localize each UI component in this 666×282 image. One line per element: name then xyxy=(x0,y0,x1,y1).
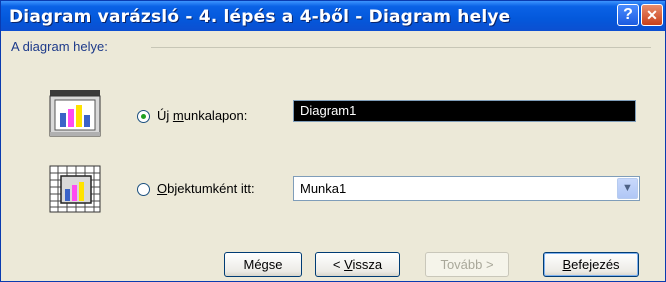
cancel-button[interactable]: Mégse xyxy=(224,252,302,277)
finish-button[interactable]: Befejezés xyxy=(543,252,639,277)
window-title: Diagram varázsló - 4. lépés a 4-ből - Di… xyxy=(9,7,511,27)
back-button[interactable]: < Vissza xyxy=(315,252,400,277)
object-radio[interactable] xyxy=(137,183,150,196)
title-bar[interactable]: Diagram varázsló - 4. lépés a 4-ből - Di… xyxy=(1,1,665,31)
group-divider xyxy=(151,47,651,48)
new-sheet-label: Új munkalapon: xyxy=(157,108,248,123)
help-button[interactable]: ? xyxy=(617,4,639,26)
new-sheet-name-input[interactable]: Diagram1 xyxy=(293,100,636,122)
new-sheet-radio[interactable] xyxy=(137,110,150,123)
next-button[interactable]: Tovább > xyxy=(425,252,509,277)
object-label: Objektumként itt: xyxy=(157,181,255,196)
embedded-chart-icon xyxy=(49,165,101,213)
chart-sheet-icon xyxy=(49,90,101,137)
group-label: A diagram helye: xyxy=(11,39,108,54)
object-sheet-select[interactable]: Munka1 ▼ xyxy=(293,176,640,201)
chart-wizard-dialog: Diagram varázsló - 4. lépés a 4-ből - Di… xyxy=(0,0,666,282)
object-sheet-value: Munka1 xyxy=(300,181,347,196)
help-icon: ? xyxy=(623,6,633,23)
close-button[interactable]: ✕ xyxy=(641,4,663,26)
dropdown-arrow-icon[interactable]: ▼ xyxy=(617,178,638,199)
close-icon: ✕ xyxy=(646,7,658,23)
